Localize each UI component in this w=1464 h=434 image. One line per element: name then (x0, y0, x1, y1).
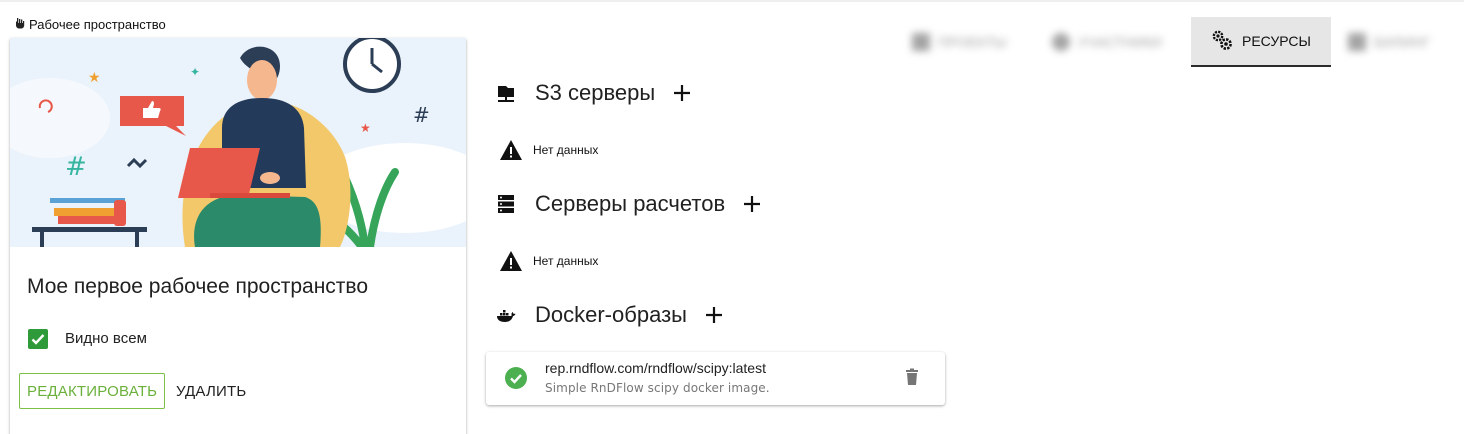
storage-icon (496, 82, 516, 104)
tab-label: УЧАСТНИКИ (1078, 34, 1162, 50)
section-docker: Docker-образы (496, 302, 724, 328)
visibility-label: Видно всем (65, 330, 147, 347)
section-title: S3 серверы (535, 80, 656, 105)
check-circle-icon (505, 367, 527, 389)
add-compute-button[interactable] (742, 194, 762, 214)
tab-label: РЕСУРСЫ (1242, 33, 1311, 49)
gears-icon (1210, 28, 1234, 55)
svg-text:★: ★ (88, 70, 101, 86)
workspace-title: Мое первое рабочее пространство (27, 275, 369, 298)
tab-projects[interactable]: ПРОЕКТЫ (912, 17, 1032, 67)
section-title: Docker-образы (535, 302, 687, 327)
billing-icon (1348, 33, 1366, 51)
svg-text:★: ★ (360, 121, 371, 135)
empty-text: Нет данных (533, 254, 599, 268)
docker-image-description: Simple RnDFlow scipy docker image. (545, 381, 770, 395)
visibility-checkbox[interactable] (28, 329, 48, 349)
top-divider (0, 0, 1464, 2)
tab-resources[interactable]: РЕСУРСЫ (1191, 17, 1331, 67)
tab-label: БИЛИНГ (1374, 34, 1431, 50)
trash-icon[interactable] (905, 368, 919, 386)
workspace-illustration: # # ★ ✦ ★ (10, 38, 466, 251)
tab-billing[interactable]: БИЛИНГ (1348, 17, 1458, 67)
warning-icon (500, 251, 522, 271)
add-docker-button[interactable] (704, 305, 724, 325)
docker-icon (496, 304, 516, 326)
breadcrumb-label: Рабочее пространство (29, 17, 166, 32)
delete-button[interactable]: УДАЛИТЬ (176, 373, 246, 409)
section-title: Серверы расчетов (535, 191, 726, 216)
person-icon (1052, 33, 1070, 51)
section-compute: Серверы расчетов (496, 191, 762, 217)
tab-label: ПРОЕКТЫ (938, 34, 1007, 50)
docker-image-item[interactable]: rep.rndflow.com/rndflow/scipy:latest Sim… (486, 352, 945, 405)
svg-text:✦: ✦ (190, 65, 200, 79)
section-s3: S3 серверы (496, 80, 692, 106)
hand-icon (14, 17, 26, 32)
server-icon (496, 193, 516, 215)
folder-icon (912, 33, 930, 51)
compute-empty-state: Нет данных (499, 250, 598, 272)
add-s3-button[interactable] (672, 83, 692, 103)
breadcrumb[interactable]: Рабочее пространство (14, 17, 166, 32)
edit-button[interactable]: РЕДАКТИРОВАТЬ (19, 373, 166, 409)
docker-image-name: rep.rndflow.com/rndflow/scipy:latest (545, 360, 766, 376)
plus-icon (705, 307, 722, 323)
svg-text:#: # (413, 103, 430, 127)
tab-members[interactable]: УЧАСТНИКИ (1052, 17, 1174, 67)
warning-icon (500, 140, 522, 160)
s3-empty-state: Нет данных (499, 139, 598, 161)
plus-icon (744, 196, 761, 212)
workspace-card: # # ★ ✦ ★ Мое первое рабочее пространств… (10, 38, 466, 434)
svg-text:#: # (65, 152, 87, 182)
check-icon (31, 334, 45, 345)
empty-text: Нет данных (533, 143, 599, 157)
plus-icon (674, 85, 691, 101)
